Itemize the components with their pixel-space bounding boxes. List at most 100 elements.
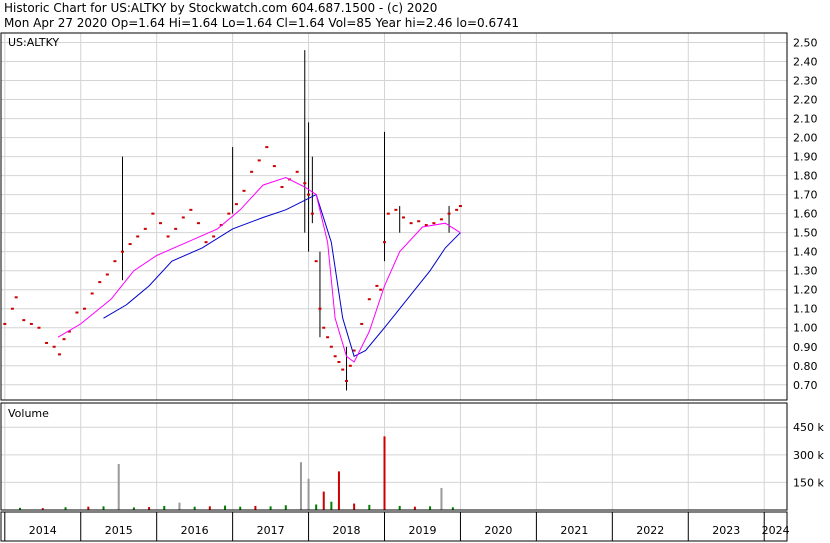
price-mark (29, 322, 33, 325)
price-mark (212, 235, 216, 238)
price-mark (447, 212, 451, 215)
price-mark (458, 205, 462, 208)
volume-tick-label: 300 k (793, 449, 824, 462)
price-mark (57, 353, 61, 356)
price-mark (158, 222, 162, 225)
price-mark (303, 182, 307, 185)
price-tick-label: 1.80 (793, 170, 818, 183)
price-mark (386, 212, 390, 215)
price-mark (314, 260, 318, 263)
year-tick-label: 2022 (636, 524, 664, 537)
price-mark (189, 208, 193, 211)
price-mark (280, 186, 284, 189)
price-mark (250, 170, 254, 173)
price-mark (113, 260, 117, 263)
price-mark (432, 222, 436, 225)
price-mark (455, 208, 459, 211)
price-tick-label: 1.40 (793, 246, 818, 259)
price-range-bars (122, 50, 450, 391)
volume-tick-label: 150 k (793, 476, 824, 489)
price-mark (401, 216, 405, 219)
price-mark (121, 250, 125, 253)
year-tick-label: 2021 (560, 524, 588, 537)
price-panel-title: US:ALTKY (8, 36, 59, 49)
price-tick-label: 1.60 (793, 208, 818, 221)
price-mark (128, 243, 132, 246)
price-panel-frame (0, 32, 788, 401)
price-mark (375, 284, 379, 287)
price-tick-label: 2.50 (793, 37, 818, 50)
price-mark (265, 146, 269, 149)
volume-tick-label: 450 k (793, 421, 824, 434)
price-mark (14, 296, 18, 299)
price-mark (45, 341, 49, 344)
year-tick-label: 2018 (333, 524, 361, 537)
price-mark (136, 235, 140, 238)
price-mark (62, 338, 66, 341)
year-tick-label: 2014 (29, 524, 57, 537)
price-mark (379, 288, 383, 291)
price-tick-label: 1.30 (793, 265, 818, 278)
year-tick-label: 2019 (408, 524, 436, 537)
price-mark (345, 379, 349, 382)
stock-chart: 2.50 2.40 2.30 2.20 2.10 2.00 1.90 1.80 1.70 1.60… (0, 32, 824, 542)
price-mark (181, 216, 185, 219)
price-mark (329, 345, 333, 348)
price-mark (337, 360, 341, 363)
price-tick-label: 2.20 (793, 94, 818, 107)
price-tick-label: 2.10 (793, 113, 818, 126)
price-mark (322, 326, 326, 329)
price-mark (75, 311, 79, 314)
price-tick-label: 1.10 (793, 303, 818, 316)
price-tick-label: 2.40 (793, 56, 818, 69)
price-mark (151, 212, 155, 215)
price-mark (3, 322, 7, 325)
price-mark (394, 208, 398, 211)
price-mark (166, 235, 170, 238)
fast-moving-average-line (57, 176, 461, 363)
volume-panel-title: Volume (8, 407, 49, 420)
price-tick-label: 1.50 (793, 227, 818, 240)
price-mark (52, 345, 56, 348)
price-mark (83, 307, 87, 310)
price-tick-label: 1.00 (793, 322, 818, 335)
price-mark (348, 364, 352, 367)
price-mark (242, 189, 246, 192)
price-mark (360, 322, 364, 325)
price-mark (307, 193, 311, 196)
price-mark (295, 170, 299, 173)
price-mark (174, 227, 178, 230)
price-mark (272, 165, 276, 168)
price-mark (318, 307, 322, 310)
volume-bars (18, 436, 454, 510)
price-tick-label: 2.30 (793, 75, 818, 88)
price-tick-label: 2.00 (793, 132, 818, 145)
price-mark (439, 218, 443, 221)
year-tick-label: 2016 (181, 524, 209, 537)
price-tick-label: 1.20 (793, 284, 818, 297)
price-mark (341, 368, 345, 371)
price-mark (37, 326, 41, 329)
year-tick-label: 2020 (484, 524, 512, 537)
price-mark (383, 241, 387, 244)
price-mark (98, 281, 102, 284)
price-mark (326, 336, 330, 339)
year-tick-label: 2024 (762, 524, 790, 537)
price-mark (409, 222, 413, 225)
price-tick-label: 0.70 (793, 379, 818, 392)
price-mark (105, 273, 109, 276)
price-mark (333, 355, 337, 358)
year-tick-label: 2023 (712, 524, 740, 537)
price-mark (196, 222, 200, 225)
price-mark (257, 159, 261, 162)
price-tick-label: 0.80 (793, 360, 818, 373)
year-tick-label: 2015 (105, 524, 133, 537)
price-mark (417, 220, 421, 223)
price-tick-label: 1.70 (793, 189, 818, 202)
gridlines (1, 33, 787, 510)
price-tick-label: 0.90 (793, 341, 818, 354)
price-mark (143, 227, 147, 230)
price-mark (234, 203, 238, 206)
price-tick-label: 1.90 (793, 151, 818, 164)
year-tick-label: 2017 (257, 524, 285, 537)
